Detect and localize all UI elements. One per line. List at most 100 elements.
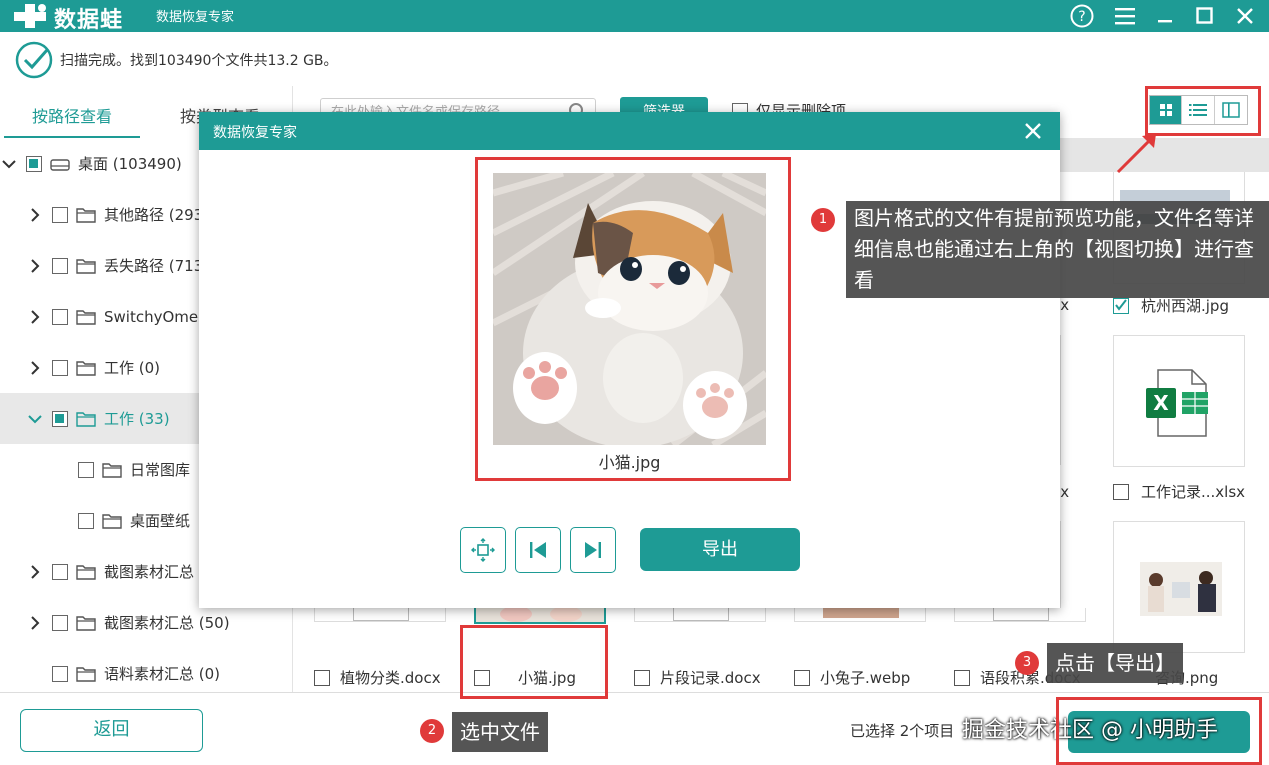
preview-dialog-titlebar: [199, 112, 1060, 150]
thumb-worklog[interactable]: X: [1113, 335, 1245, 467]
file-checkbox[interactable]: [314, 669, 330, 686]
folder-icon: [76, 666, 96, 682]
chevron-down-icon[interactable]: [28, 412, 42, 426]
tree-checkbox[interactable]: [52, 665, 68, 682]
menu-icon[interactable]: [1112, 3, 1138, 29]
list-view-icon[interactable]: [1182, 96, 1215, 124]
tab-by-path[interactable]: 按路径查看: [4, 96, 140, 138]
back-button[interactable]: 返回: [20, 709, 203, 752]
folder-icon: [76, 207, 96, 223]
tree-checkbox[interactable]: [26, 155, 42, 172]
file-checkbox[interactable]: [794, 669, 810, 686]
file-checkbox[interactable]: [474, 669, 490, 686]
tree-checkbox[interactable]: [78, 512, 94, 529]
thumb-rabbit[interactable]: [794, 608, 926, 622]
brand-name: 数据蛙: [54, 8, 124, 33]
file-name: 杭州西湖.jpg: [1141, 297, 1229, 315]
svg-text:?: ?: [1078, 9, 1085, 25]
thumb-phrases[interactable]: [954, 608, 1086, 622]
thumb-kitten[interactable]: [474, 608, 606, 624]
fit-screen-icon: [471, 538, 495, 562]
thumb-consult[interactable]: [1113, 521, 1245, 653]
tree-checkbox[interactable]: [52, 359, 68, 376]
file-checkbox[interactable]: [1113, 483, 1129, 500]
kitten-preview-image: [493, 173, 766, 445]
chevron-right-icon[interactable]: [28, 258, 42, 273]
chevron-down-icon[interactable]: [2, 157, 16, 171]
file-checkbox[interactable]: [634, 669, 650, 686]
maximize-icon[interactable]: [1192, 3, 1218, 29]
folder-icon: [76, 411, 96, 427]
file-checkbox[interactable]: [954, 669, 970, 686]
annotation-badge: 1: [811, 208, 835, 232]
scan-status-text: 扫描完成。找到103490个文件共13.2 GB。: [60, 53, 338, 69]
tree-node-label: 工作 (0): [104, 359, 161, 377]
tree-checkbox[interactable]: [78, 461, 94, 478]
app-title: 数据恢复专家: [156, 10, 235, 25]
dialog-close-icon[interactable]: [1020, 118, 1046, 144]
tree-node-label: 桌面壁纸: [130, 512, 191, 530]
folder-icon: [76, 258, 96, 274]
arrow-annotation-icon: [1116, 134, 1156, 174]
tree-checkbox[interactable]: [52, 410, 68, 427]
annotation-callout: 图片格式的文件有提前预览功能，文件名等详细信息也能通过右上角的【视图切换】进行查…: [846, 201, 1269, 298]
next-file-button[interactable]: [570, 527, 616, 573]
tree-node-label: 截图素材汇总: [104, 563, 195, 581]
tree-checkbox[interactable]: [52, 257, 68, 274]
file-item[interactable]: 植物分类.docx: [314, 667, 441, 688]
chevron-right-icon[interactable]: [28, 309, 42, 324]
grid-view-icon[interactable]: [1150, 96, 1183, 124]
file-name: 小兔子.webp: [820, 669, 911, 687]
tree-checkbox[interactable]: [52, 614, 68, 631]
file-name: 工作记录...xlsx: [1141, 483, 1246, 501]
file-item-hangzhou[interactable]: 杭州西湖.jpg: [1113, 295, 1229, 316]
detail-view-icon[interactable]: [1215, 96, 1247, 124]
preview-dialog-title: 数据恢复专家: [213, 125, 297, 141]
annotation-callout: 点击【导出】: [1047, 643, 1183, 683]
chevron-right-icon[interactable]: [28, 207, 42, 222]
fit-screen-button[interactable]: [460, 527, 506, 573]
folder-icon: [76, 564, 96, 580]
chevron-right-icon[interactable]: [28, 615, 42, 630]
tree-checkbox[interactable]: [52, 206, 68, 223]
tree-node-label: 丢失路径 (713: [104, 257, 204, 275]
folder-icon: [76, 615, 96, 631]
close-icon[interactable]: [1232, 3, 1258, 29]
preview-file-name: 小猫.jpg: [598, 453, 661, 472]
watermark-text: 掘金技术社区 @ 小明助手: [962, 718, 1218, 743]
tree-node-label: 截图素材汇总 (50): [104, 614, 230, 632]
tree-node-label: 语料素材汇总 (0): [104, 665, 221, 683]
folder-icon: [102, 462, 122, 478]
selection-info: 已选择 2个项目: [850, 722, 955, 740]
svg-text:X: X: [1153, 391, 1169, 415]
chevron-right-icon[interactable]: [28, 360, 42, 375]
file-item-worklog[interactable]: 工作记录...xlsx: [1113, 481, 1245, 502]
tree-node-label: 桌面 (103490): [78, 155, 182, 173]
tree-checkbox[interactable]: [52, 308, 68, 325]
annotation-badge: 2: [420, 719, 444, 743]
file-checkbox[interactable]: [1113, 297, 1129, 314]
folder-icon: [76, 360, 96, 376]
scan-complete-icon: [15, 41, 53, 79]
dialog-export-button[interactable]: 导出: [640, 528, 800, 571]
next-icon: [585, 542, 601, 558]
thumb-fragment[interactable]: [634, 608, 766, 622]
view-switcher: [1149, 95, 1248, 125]
thumb-plants[interactable]: [314, 608, 446, 622]
annotation-callout: 选中文件: [452, 712, 548, 752]
previous-icon: [530, 542, 546, 558]
file-item[interactable]: 片段记录.docx: [634, 667, 761, 688]
excel-icon: X: [1146, 369, 1208, 437]
file-item[interactable]: 小猫.jpg: [474, 667, 576, 688]
chevron-right-icon[interactable]: [28, 564, 42, 579]
annotation-badge: 3: [1015, 651, 1039, 675]
tree-checkbox[interactable]: [52, 563, 68, 580]
help-icon[interactable]: ?: [1069, 3, 1095, 29]
logo-icon: [14, 4, 46, 28]
tree-node-label: 工作 (33): [104, 410, 170, 428]
previous-file-button[interactable]: [515, 527, 561, 573]
grid-header-strip: [1060, 138, 1269, 172]
minimize-icon[interactable]: [1153, 3, 1179, 29]
folder-icon: [76, 309, 96, 325]
file-item[interactable]: 小兔子.webp: [794, 667, 910, 688]
